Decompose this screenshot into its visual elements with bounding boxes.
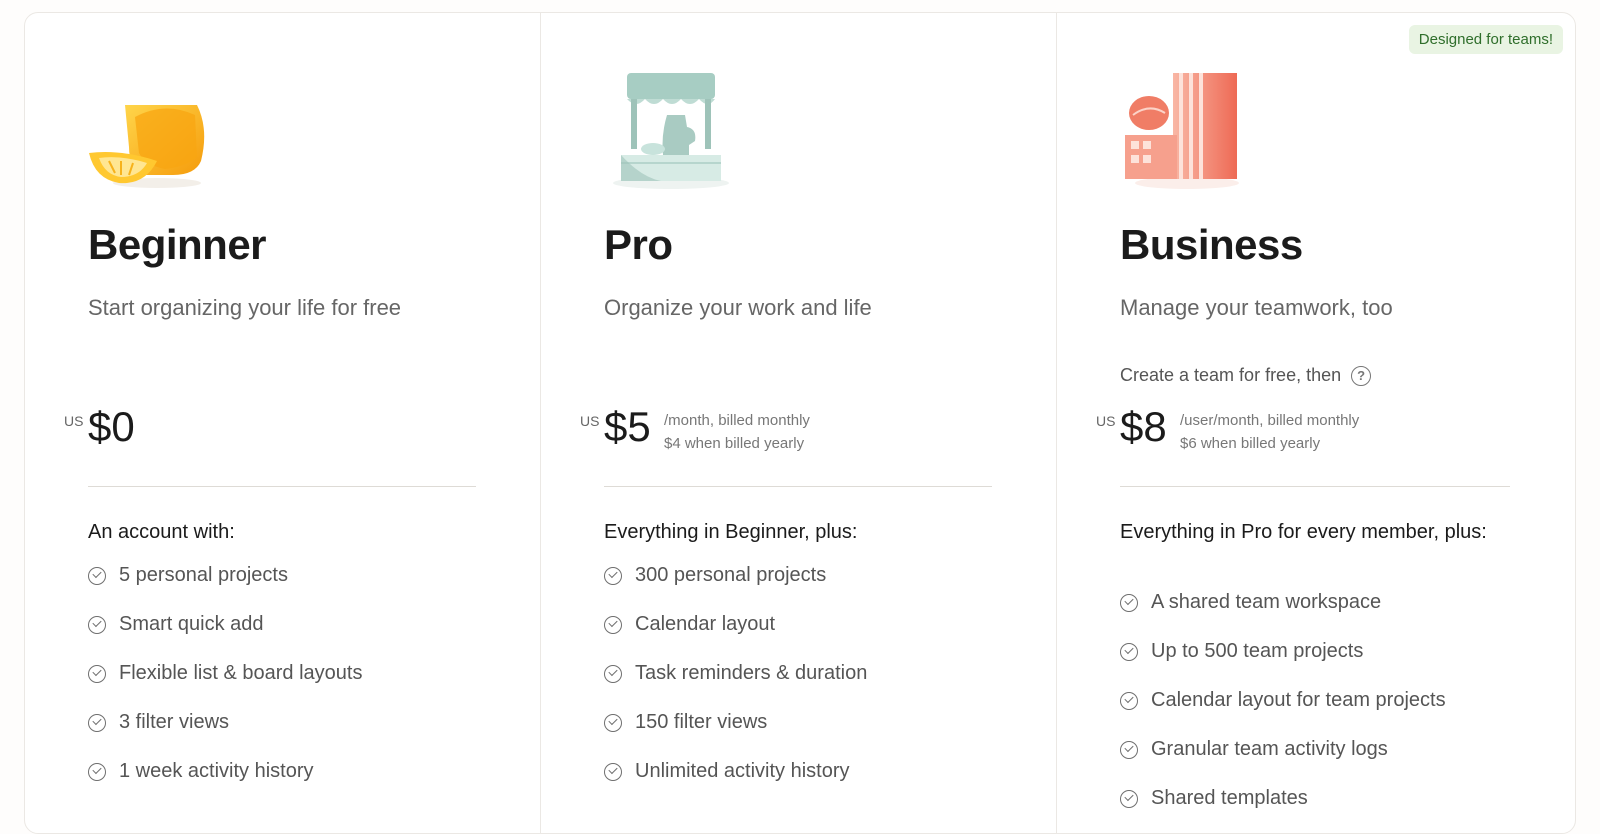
- feature-list: A shared team workspace Up to 500 team p…: [1120, 578, 1446, 823]
- check-circle-icon: [604, 713, 622, 732]
- plan-tagline: Organize your work and life: [604, 295, 872, 320]
- plan-name: Beginner: [88, 221, 267, 268]
- check-circle-icon: [88, 664, 106, 683]
- designed-for-teams-badge: Designed for teams!: [1408, 25, 1563, 54]
- billing-yearly: $6 when billed yearly: [1180, 435, 1321, 452]
- billing-info: /month, billed monthly $4 when billed ye…: [664, 409, 810, 455]
- check-circle-icon: [1120, 593, 1138, 612]
- check-circle-icon: [1120, 789, 1138, 808]
- features-heading: Everything in Pro for every member, plus…: [1120, 521, 1487, 543]
- check-circle-icon: [1120, 691, 1138, 710]
- features-heading: Everything in Beginner, plus:: [604, 521, 858, 543]
- plan-name: Pro: [604, 221, 673, 268]
- plan-tagline: Manage your teamwork, too: [1120, 295, 1393, 320]
- feature-item: Granular team activity logs: [1120, 725, 1446, 774]
- feature-item: 1 week activity history: [88, 747, 362, 796]
- feature-item: Up to 500 team projects: [1120, 627, 1446, 676]
- feature-item: 150 filter views: [604, 698, 867, 747]
- feature-item: Task reminders & duration: [604, 649, 867, 698]
- help-icon[interactable]: ?: [1351, 365, 1372, 386]
- billing-monthly: /user/month, billed monthly: [1180, 412, 1360, 429]
- team-note-text: Create a team for free, then: [1120, 365, 1342, 385]
- pricing-table: Beginner Start organizing your life for …: [24, 12, 1576, 834]
- billing-yearly: $4 when billed yearly: [664, 435, 805, 452]
- currency-label: US: [580, 413, 600, 429]
- check-circle-icon: [1120, 642, 1138, 661]
- feature-item: Calendar layout for team projects: [1120, 676, 1446, 725]
- check-circle-icon: [88, 615, 106, 634]
- divider: [604, 486, 992, 487]
- check-circle-icon: [604, 762, 622, 781]
- price-amount: $0: [88, 403, 135, 450]
- plan-tagline: Start organizing your life for free: [88, 295, 402, 320]
- divider: [88, 486, 476, 487]
- feature-list: 5 personal projects Smart quick add Flex…: [88, 551, 362, 796]
- lemonade-glass-icon: [89, 105, 205, 188]
- check-circle-icon: [88, 762, 106, 781]
- feature-item: 5 personal projects: [88, 551, 362, 600]
- plan-card-beginner: Beginner Start organizing your life for …: [25, 13, 541, 833]
- team-note: Create a team for free, then ?: [1120, 365, 1372, 386]
- currency-label: US: [1096, 413, 1116, 429]
- feature-item: Unlimited activity history: [604, 747, 867, 796]
- feature-item: Calendar layout: [604, 600, 867, 649]
- check-circle-icon: [604, 664, 622, 683]
- billing-monthly: /month, billed monthly: [664, 412, 810, 429]
- check-circle-icon: [604, 615, 622, 634]
- features-heading: An account with:: [88, 521, 235, 543]
- check-circle-icon: [88, 566, 106, 585]
- divider: [1120, 486, 1510, 487]
- lemonade-stand-icon: [613, 73, 729, 189]
- feature-list: 300 personal projects Calendar layout Ta…: [604, 551, 867, 796]
- plan-name: Business: [1120, 221, 1303, 268]
- feature-item: A shared team workspace: [1120, 578, 1446, 627]
- check-circle-icon: [1120, 740, 1138, 759]
- plan-card-pro: Pro Organize your work and life US $5 /m…: [541, 13, 1057, 833]
- office-buildings-icon: [1125, 73, 1239, 189]
- billing-info: /user/month, billed monthly $6 when bill…: [1180, 409, 1359, 455]
- price-amount: $5: [604, 403, 651, 450]
- feature-item: Flexible list & board layouts: [88, 649, 362, 698]
- feature-item: Smart quick add: [88, 600, 362, 649]
- plan-card-business: Designed for teams! Business Manage your…: [1057, 13, 1575, 833]
- currency-label: US: [64, 413, 84, 429]
- feature-item: 3 filter views: [88, 698, 362, 747]
- check-circle-icon: [88, 713, 106, 732]
- price-amount: $8: [1120, 403, 1167, 450]
- feature-item: 300 personal projects: [604, 551, 867, 600]
- feature-item: Shared templates: [1120, 774, 1446, 823]
- check-circle-icon: [604, 566, 622, 585]
